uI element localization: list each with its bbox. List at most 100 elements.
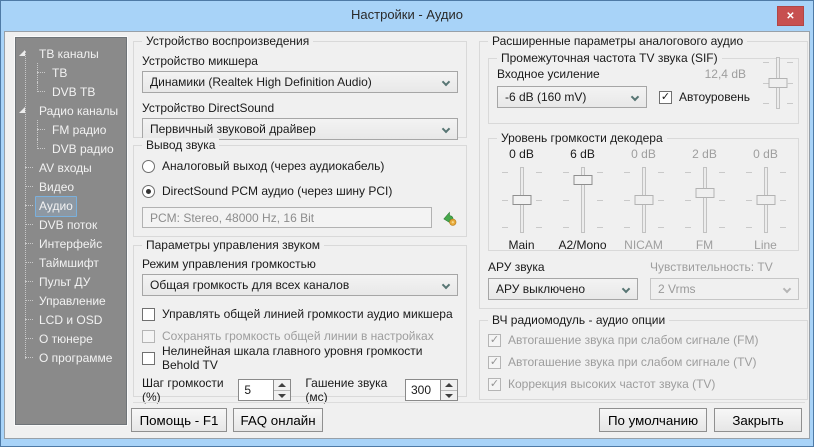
input-gain-select[interactable]: -6 dB (160 mV): [497, 86, 647, 108]
mixer-device-select[interactable]: Динамики (Realtek High Definition Audio): [142, 71, 458, 93]
sidebar-item-label: Интерфейс: [39, 237, 103, 251]
sidebar-item-о-тюнере[interactable]: О тюнере: [16, 329, 126, 348]
sidebar-item-интерфейс[interactable]: Интерфейс: [16, 234, 126, 253]
sidebar-item-label: LCD и OSD: [39, 313, 103, 327]
decoder-slider-a2-mono: 6 dB A2/Mono: [552, 147, 613, 254]
sidebar-item-label: DVB радио: [52, 142, 114, 156]
analog-output-radio[interactable]: Аналоговый выход (через аудиокабель): [142, 157, 458, 175]
sidebar-item-таймшифт[interactable]: Таймшифт: [16, 253, 126, 272]
volume-step-stepper[interactable]: 5: [238, 379, 292, 401]
sidebar-item-fm-радио[interactable]: FM радио: [16, 120, 126, 139]
slider-thumb: [768, 78, 788, 88]
chevron-down-icon: [441, 77, 451, 87]
directsound-device-value: Первичный звуковой драйвер: [150, 122, 316, 136]
slider-thumb[interactable]: [512, 195, 531, 205]
directsound-pcm-radio[interactable]: DirectSound PCM аудио (через шину PCI): [142, 182, 458, 200]
sidebar-item-label: FM радио: [52, 123, 107, 137]
sensitivity-value: 2 Vrms: [658, 282, 696, 296]
defaults-button[interactable]: По умолчанию: [599, 408, 707, 432]
close-icon: ✕: [786, 10, 795, 22]
title-bar[interactable]: Настройки - Аудио ✕: [1, 1, 813, 31]
close-dialog-button[interactable]: Закрыть: [714, 408, 802, 432]
checkbox-icon: [142, 351, 155, 365]
spin-up-icon[interactable]: [274, 380, 291, 390]
group-title: Параметры управления звуком: [142, 238, 325, 252]
sidebar-item-label: О тюнере: [39, 332, 93, 346]
help-button[interactable]: Помощь - F1: [131, 408, 227, 432]
spin-down-icon[interactable]: [441, 389, 457, 400]
sidebar-item-label: AV входы: [39, 161, 92, 175]
sidebar-item-dvb-поток[interactable]: DVB поток: [16, 215, 126, 234]
mixer-master-line-checkbox[interactable]: Управлять общей линией громкости аудио м…: [142, 305, 458, 323]
pcm-format-field: PCM: Stereo, 48000 Hz, 16 Bit: [142, 207, 432, 228]
autolevel-checkbox[interactable]: ✓ Автоуровень: [659, 88, 750, 106]
directsound-device-label: Устройство DirectSound: [142, 101, 275, 115]
sidebar-item-label: Пульт ДУ: [39, 275, 91, 289]
group-title: Вывод звука: [142, 138, 220, 152]
volume-mode-select[interactable]: Общая громкость для всех каналов: [142, 274, 458, 296]
rf-checkbox-list: ✓ Автогашение звука при слабом сигнале (F…: [480, 321, 807, 393]
group-title: Расширенные параметры аналогового аудио: [488, 34, 748, 48]
directsound-device-select[interactable]: Первичный звуковой драйвер: [142, 118, 458, 140]
volume-mode-value: Общая громкость для всех каналов: [150, 278, 350, 292]
sidebar-item-label: DVB ТВ: [52, 85, 96, 99]
slider-value-label: 6 dB: [570, 147, 595, 161]
rf-option-checkbox: ✓ Автогашение звука при слабом сигнале (T…: [488, 355, 757, 369]
tree-expander-icon[interactable]: [19, 107, 25, 113]
settings-nav-panel: ТВ каналы ТВ DVB ТВ Радио каналы FM радио DVB…: [15, 37, 127, 425]
decoder-slider-line: 0 dB Line: [735, 147, 796, 254]
sidebar-item-тв-каналы[interactable]: ТВ каналы: [16, 44, 126, 63]
agc-label: АРУ звука: [488, 260, 545, 274]
spin-down-icon[interactable]: [274, 389, 291, 400]
settings-tree: ТВ каналы ТВ DVB ТВ Радио каналы FM радио DVB…: [16, 38, 126, 367]
decoder-sliders: 0 dB Main 6 dB A2/Mono 0 dB NICAM 2 dB FM 0 dB Li…: [489, 139, 798, 254]
chevron-down-icon: [782, 284, 792, 294]
nonlinear-volume-scale-checkbox[interactable]: Нелинейная шкала главного уровня громкос…: [142, 344, 458, 372]
slider-name-label: NICAM: [624, 238, 663, 252]
save-master-volume-checkbox: Сохранять громкость общей линии в настро…: [142, 327, 458, 345]
input-gain-value: -6 dB (160 mV): [505, 90, 587, 104]
slider-name-label: FM: [695, 238, 714, 252]
sidebar-item-управление[interactable]: Управление: [16, 291, 126, 310]
volume-control-group: Параметры управления звуком Режим управл…: [133, 238, 467, 404]
sif-group: Промежуточная частота TV звука (SIF) Вхо…: [488, 51, 799, 124]
sif-level-readout: 12,4 dB: [704, 67, 746, 81]
sidebar-item-dvb-тв[interactable]: DVB ТВ: [16, 82, 126, 101]
volume-slider[interactable]: [560, 167, 606, 233]
sidebar-item-радио-каналы[interactable]: Радио каналы: [16, 101, 126, 120]
sidebar-item-пульт-ду[interactable]: Пульт ДУ: [16, 272, 126, 291]
tree-expander-icon[interactable]: [19, 50, 25, 56]
volume-slider[interactable]: [499, 167, 545, 233]
slider-value-label: 2 dB: [692, 147, 717, 161]
volume-mode-label: Режим управления громкостью: [142, 257, 316, 271]
refresh-icon[interactable]: [441, 209, 458, 227]
chevron-down-icon: [630, 92, 640, 102]
settings-window: Настройки - Аудио ✕ ТВ каналы ТВ DVB ТВ Рад…: [0, 0, 814, 447]
sidebar-item-аудио[interactable]: Аудио: [16, 196, 126, 217]
sidebar-item-тв[interactable]: ТВ: [16, 63, 126, 82]
spin-up-icon[interactable]: [441, 380, 457, 390]
agc-select[interactable]: АРУ выключено: [488, 278, 638, 300]
sidebar-item-видео[interactable]: Видео: [16, 177, 126, 196]
close-button[interactable]: ✕: [777, 6, 804, 26]
sidebar-item-lcd-и-osd[interactable]: LCD и OSD: [16, 310, 126, 329]
sidebar-item-label: Таймшифт: [39, 256, 99, 270]
checkbox-icon: ✓: [488, 333, 501, 347]
group-title: Устройство воспроизведения: [142, 34, 314, 48]
sidebar-item-dvb-радио[interactable]: DVB радио: [16, 139, 126, 158]
mixer-device-label: Устройство микшера: [142, 54, 258, 68]
slider-thumb[interactable]: [573, 175, 592, 185]
advanced-analog-audio-group: Расширенные параметры аналогового аудио …: [479, 34, 808, 309]
checkbox-icon: ✓: [488, 377, 501, 391]
mute-time-label: Гашение звука (мс): [305, 376, 388, 404]
mute-time-stepper[interactable]: 300: [405, 379, 458, 401]
rf-option-checkbox: ✓ Автогашение звука при слабом сигнале (F…: [488, 333, 759, 347]
sidebar-item-av-входы[interactable]: AV входы: [16, 158, 126, 177]
radio-icon: [142, 184, 155, 198]
sensitivity-select: 2 Vrms: [650, 278, 799, 300]
decoder-slider-main: 0 dB Main: [491, 147, 552, 254]
directsound-pcm-label: DirectSound PCM аудио (через шину PCI): [162, 184, 393, 198]
sif-level-slider: [760, 57, 796, 109]
sidebar-item-о-программе[interactable]: О программе: [16, 348, 126, 367]
faq-online-button[interactable]: FAQ онлайн: [233, 408, 323, 432]
